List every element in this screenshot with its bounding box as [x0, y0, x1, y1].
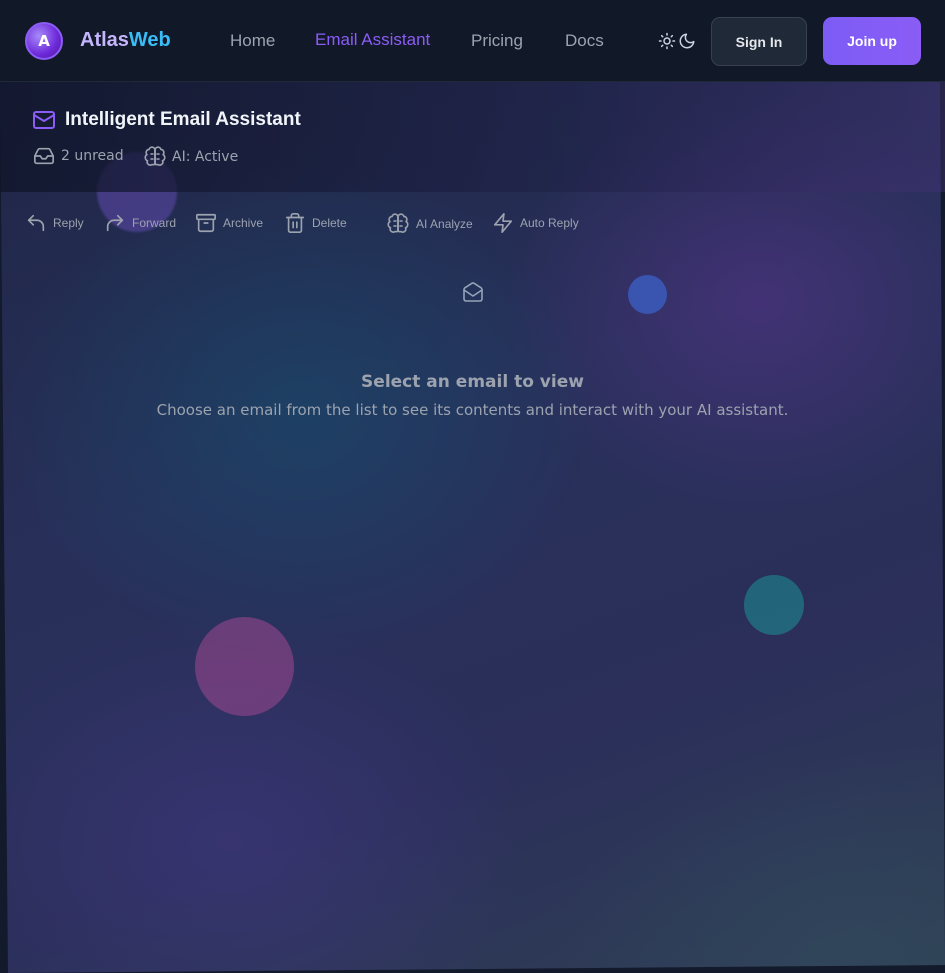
theme-toggle[interactable] [658, 32, 696, 50]
zap-icon [492, 212, 514, 234]
forward-icon [104, 212, 126, 234]
brand-logo[interactable]: A [25, 22, 63, 60]
ai-status: AI: Active [143, 145, 238, 169]
unread-label: 2 unread [61, 148, 124, 164]
nav-pricing[interactable]: Pricing [471, 31, 523, 51]
mail-icon [32, 108, 56, 132]
trash-icon [284, 212, 306, 234]
inbox-icon [32, 145, 56, 167]
ai-analyze-button[interactable]: AI Analyze [386, 212, 473, 236]
nav-docs[interactable]: Docs [565, 31, 604, 51]
unread-count: 2 unread [32, 145, 124, 167]
reply-icon [25, 212, 47, 234]
archive-label: Archive [223, 216, 264, 230]
top-navbar: A AtlasWeb Home Email Assistant Pricing … [0, 0, 945, 82]
forward-button[interactable]: Forward [104, 212, 176, 234]
decorative-bubble [195, 617, 294, 716]
page-title: Intelligent Email Assistant [65, 109, 301, 130]
empty-state-subtitle: Choose an email from the list to see its… [156, 401, 789, 419]
empty-state-title: Select an email to view [361, 372, 584, 392]
logo-letter: A [38, 32, 50, 50]
archive-icon [195, 212, 217, 234]
ai-analyze-label: AI Analyze [416, 217, 473, 231]
page-title-row: Intelligent Email Assistant [32, 108, 301, 132]
auto-reply-label: Auto Reply [520, 216, 579, 230]
delete-button[interactable]: Delete [284, 212, 347, 234]
brain-icon [143, 145, 167, 169]
decorative-bubble [744, 575, 804, 635]
moon-icon[interactable] [678, 32, 696, 50]
decorative-bubble [628, 275, 667, 314]
delete-label: Delete [312, 216, 347, 230]
brand-name-part2: Web [128, 29, 171, 51]
join-up-button[interactable]: Join up [823, 17, 921, 65]
mail-open-icon [461, 280, 485, 304]
forward-label: Forward [132, 216, 177, 230]
reply-button[interactable]: Reply [25, 212, 84, 234]
sign-in-button[interactable]: Sign In [711, 17, 807, 66]
nav-email-assistant[interactable]: Email Assistant [315, 30, 430, 50]
brain-icon [386, 212, 410, 236]
brand-name-part1: Atlas [80, 29, 129, 51]
archive-button[interactable]: Archive [195, 212, 263, 234]
ai-status-label: AI: Active [172, 149, 239, 165]
reply-label: Reply [53, 216, 84, 230]
sun-icon[interactable] [658, 32, 676, 50]
auto-reply-button[interactable]: Auto Reply [492, 212, 579, 234]
nav-home[interactable]: Home [230, 31, 275, 51]
brand-name[interactable]: AtlasWeb [80, 29, 171, 52]
page-header [0, 82, 945, 192]
